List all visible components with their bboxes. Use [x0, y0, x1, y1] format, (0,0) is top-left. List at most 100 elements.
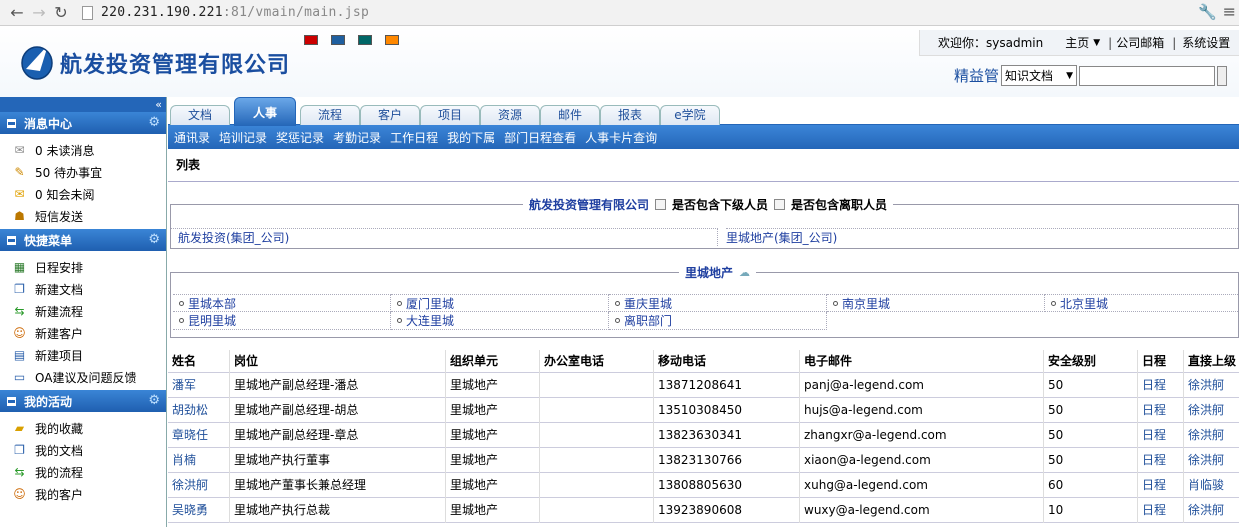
table-row[interactable]: 潘军 里城地产副总经理-潘总 里城地产 13871208641 panj@a-legen… [168, 373, 1239, 398]
subnav-attendance[interactable]: 考勤记录 [333, 129, 381, 146]
subnav-rewards[interactable]: 奖惩记录 [276, 129, 324, 146]
wrench-icon[interactable]: 🔧 [1198, 3, 1217, 21]
chevron-down-icon[interactable]: ▼ [1093, 38, 1100, 48]
menu-icon[interactable]: ≡ [1223, 2, 1236, 21]
theme-teal-swatch[interactable] [358, 35, 372, 45]
dept-link[interactable]: 大连里城 [391, 312, 609, 330]
subnav-dept-schedule[interactable]: 部门日程查看 [504, 129, 576, 146]
sidebar-item-new-doc[interactable]: ❐ 新建文档 [0, 278, 166, 300]
theme-red-swatch[interactable] [304, 35, 318, 45]
subnav-contacts[interactable]: 通讯录 [174, 129, 210, 146]
search-type-select[interactable]: 知识文档 ▼ [1001, 65, 1077, 86]
table-row[interactable]: 章晓任 里城地产副总经理-章总 里城地产 13823630341 zhangxr@a-l… [168, 423, 1239, 448]
sidebar-item-schedule[interactable]: ▦ 日程安排 [0, 256, 166, 278]
col-header-schedule[interactable]: 日程 [1138, 350, 1184, 373]
subnav-work-schedule[interactable]: 工作日程 [390, 129, 438, 146]
include-subordinates-checkbox[interactable] [655, 199, 667, 210]
sidebar-item-notice[interactable]: ✉ 0 知会未阅 [0, 183, 166, 205]
table-row[interactable]: 肖楠 里城地产执行董事 里城地产 13823130766 xiaon@a-legend.… [168, 448, 1239, 473]
tab-elearning[interactable]: e学院 [660, 105, 720, 125]
table-row[interactable]: 胡劲松 里城地产副总经理-胡总 里城地产 13510308450 hujs@a-lege… [168, 398, 1239, 423]
settings-link[interactable]: 系统设置 [1182, 34, 1230, 51]
sidebar-item-feedback[interactable]: ▭ OA建议及问题反馈 [0, 366, 166, 388]
sidebar-item-todo[interactable]: ✎ 50 待办事宜 [0, 161, 166, 183]
forward-icon[interactable]: → [28, 2, 50, 24]
dept-link[interactable]: 离职部门 [609, 312, 827, 330]
sidebar-item-my-docs[interactable]: ❐ 我的文档 [0, 439, 166, 461]
cell-name[interactable]: 吴晓勇 [168, 498, 230, 523]
cell-name[interactable]: 肖楠 [168, 448, 230, 473]
sidebar-item-sms[interactable]: ☗ 短信发送 [0, 205, 166, 227]
cell-schedule-link[interactable]: 日程 [1138, 473, 1184, 498]
sidebar-item-favorites[interactable]: ▰ 我的收藏 [0, 417, 166, 439]
subnav-subordinates[interactable]: 我的下属 [447, 129, 495, 146]
org-group-link[interactable]: 里城地产(集团_公司) [726, 228, 1239, 246]
cell-schedule-link[interactable]: 日程 [1138, 448, 1184, 473]
tab-projects[interactable]: 项目 [420, 105, 480, 125]
gear-icon[interactable]: ⚙ [148, 115, 160, 130]
col-header-office-phone[interactable]: 办公室电话 [540, 350, 654, 373]
dept-link[interactable]: 重庆里城 [609, 294, 827, 312]
cell-supervisor[interactable]: 肖临骏 [1184, 473, 1239, 498]
table-row[interactable]: 徐洪舸 里城地产董事长兼总经理 里城地产 13808805630 xuhg@a-lege… [168, 473, 1239, 498]
table-row[interactable]: 吴晓勇 里城地产执行总裁 里城地产 13923890608 wuxy@a-legend.… [168, 498, 1239, 523]
sidebar-item-new-project[interactable]: ▤ 新建项目 [0, 344, 166, 366]
gear-icon[interactable]: ⚙ [148, 232, 160, 247]
subnav-training[interactable]: 培训记录 [219, 129, 267, 146]
include-resigned-checkbox[interactable] [774, 199, 786, 210]
section-message-center[interactable]: 消息中心 ⚙ [0, 112, 166, 134]
col-header-name[interactable]: 姓名 [168, 350, 230, 373]
tab-documents[interactable]: 文档 [170, 105, 230, 125]
search-button[interactable] [1217, 65, 1227, 86]
org-group-link[interactable]: 航发投资(集团_公司) [171, 228, 718, 246]
cell-supervisor[interactable]: 徐洪舸 [1184, 373, 1239, 398]
gear-icon[interactable]: ⚙ [148, 393, 160, 408]
back-icon[interactable]: ← [6, 2, 28, 24]
subnav-hr-card[interactable]: 人事卡片查询 [585, 129, 657, 146]
cell-name[interactable]: 胡劲松 [168, 398, 230, 423]
tab-reports[interactable]: 报表 [600, 105, 660, 125]
reload-icon[interactable]: ↻ [50, 2, 72, 24]
collapse-sidebar-button[interactable]: « [0, 97, 166, 112]
mail-link[interactable]: 公司邮箱 [1116, 34, 1164, 51]
cell-schedule-link[interactable]: 日程 [1138, 373, 1184, 398]
cell-name[interactable]: 徐洪舸 [168, 473, 230, 498]
col-header-org[interactable]: 组织单元 [446, 350, 540, 373]
dept-link[interactable]: 厦门里城 [391, 294, 609, 312]
dept-link[interactable]: 南京里城 [827, 294, 1045, 312]
sidebar-item-new-flow[interactable]: ⇆ 新建流程 [0, 300, 166, 322]
col-header-mobile[interactable]: 移动电话 [654, 350, 800, 373]
dept-link[interactable]: 北京里城 [1045, 294, 1238, 312]
sidebar-item-my-customers[interactable]: ☺ 我的客户 [0, 483, 166, 505]
sidebar-item-new-customer[interactable]: ☺ 新建客户 [0, 322, 166, 344]
sidebar-item-unread[interactable]: ✉ 0 未读消息 [0, 139, 166, 161]
tab-resources[interactable]: 资源 [480, 105, 540, 125]
home-link[interactable]: 主页 [1065, 34, 1089, 51]
cell-name[interactable]: 潘军 [168, 373, 230, 398]
col-header-email[interactable]: 电子邮件 [800, 350, 1044, 373]
col-header-supervisor[interactable]: 直接上级 [1184, 350, 1239, 373]
cell-supervisor[interactable]: 徐洪舸 [1184, 423, 1239, 448]
theme-blue-swatch[interactable] [331, 35, 345, 45]
tab-workflow[interactable]: 流程 [300, 105, 360, 125]
tab-mail[interactable]: 邮件 [540, 105, 600, 125]
address-bar[interactable]: 220.231.190.221:81/vmain/main.jsp [82, 5, 369, 20]
col-header-position[interactable]: 岗位 [230, 350, 446, 373]
section-shortcuts[interactable]: 快捷菜单 ⚙ [0, 229, 166, 251]
search-input[interactable] [1079, 65, 1215, 86]
cell-schedule-link[interactable]: 日程 [1138, 498, 1184, 523]
cell-supervisor[interactable]: 徐洪舸 [1184, 498, 1239, 523]
cell-supervisor[interactable]: 徐洪舸 [1184, 448, 1239, 473]
cell-schedule-link[interactable]: 日程 [1138, 398, 1184, 423]
cell-supervisor[interactable]: 徐洪舸 [1184, 398, 1239, 423]
cell-schedule-link[interactable]: 日程 [1138, 423, 1184, 448]
section-my-activity[interactable]: 我的活动 ⚙ [0, 390, 166, 412]
tab-hr[interactable]: 人事 [234, 97, 296, 126]
cell-name[interactable]: 章晓任 [168, 423, 230, 448]
col-header-security[interactable]: 安全级别 [1044, 350, 1138, 373]
sidebar-item-my-flows[interactable]: ⇆ 我的流程 [0, 461, 166, 483]
theme-orange-swatch[interactable] [385, 35, 399, 45]
dept-link[interactable]: 里城本部 [173, 294, 391, 312]
tab-customers[interactable]: 客户 [360, 105, 420, 125]
dept-link[interactable]: 昆明里城 [173, 312, 391, 330]
